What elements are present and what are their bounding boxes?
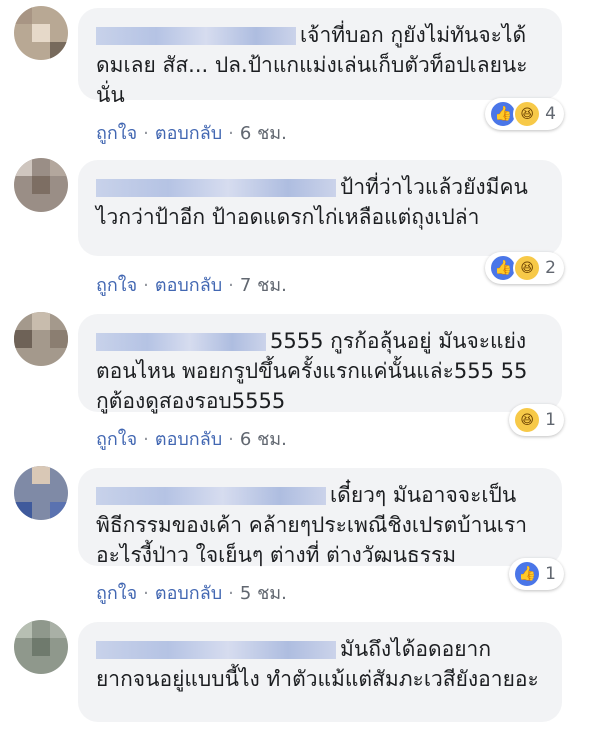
avatar[interactable] (14, 6, 68, 60)
comment-bubble: ป้าที่ว่าไวแล้วยังมีคนไวกว่าป้าอีก ป้าอด… (78, 160, 562, 256)
comment-bubble: เดี๋ยวๆ มันอาจจะเป็นพิธีกรรมของเค้า คล้า… (78, 468, 562, 567)
reply-link[interactable]: ตอบกลับ (155, 429, 222, 450)
separator: · (228, 429, 234, 450)
timestamp[interactable]: 5 ชม. (240, 583, 287, 604)
haha-icon: 😆 (513, 254, 542, 282)
separator: · (143, 123, 149, 144)
separator: · (228, 275, 234, 296)
reaction-count: 1 (545, 564, 556, 584)
reaction-count: 2 (545, 258, 556, 278)
like-link[interactable]: ถูกใจ (96, 123, 137, 144)
blurred-author-name[interactable] (96, 333, 266, 351)
separator: · (228, 583, 234, 604)
comment-actions: ถูกใจ · ตอบกลับ · 6 ชม. (96, 118, 287, 147)
avatar[interactable] (14, 312, 68, 366)
reaction-count: 1 (545, 410, 556, 430)
blurred-author-name[interactable] (96, 487, 326, 505)
blurred-author-name[interactable] (96, 641, 336, 659)
reaction-summary[interactable]: 👍 😆 4 (485, 98, 564, 130)
comment-bubble: มันถึงได้อดอยากยากจนอยู่แบบนี้ไง ทำตัวแม… (78, 622, 562, 722)
separator: · (143, 583, 149, 604)
reply-link[interactable]: ตอบกลับ (155, 583, 222, 604)
like-link[interactable]: ถูกใจ (96, 429, 137, 450)
like-icon: 👍 (513, 560, 542, 588)
separator: · (143, 429, 149, 450)
comment-bubble: 5555 กูรก้อลุ้นอยู่ มันจะแย่งตอนไหน พอยก… (78, 314, 562, 413)
avatar[interactable] (14, 158, 68, 212)
reply-link[interactable]: ตอบกลับ (155, 123, 222, 144)
blurred-author-name[interactable] (96, 27, 296, 45)
avatar[interactable] (14, 620, 68, 674)
reaction-count: 4 (545, 104, 556, 124)
reaction-summary[interactable]: 👍 1 (509, 558, 564, 590)
comment-actions: ถูกใจ · ตอบกลับ · 6 ชม. (96, 424, 287, 453)
reply-link[interactable]: ตอบกลับ (155, 275, 222, 296)
haha-icon: 😆 (513, 100, 542, 128)
timestamp[interactable]: 7 ชม. (240, 275, 287, 296)
timestamp[interactable]: 6 ชม. (240, 429, 287, 450)
like-link[interactable]: ถูกใจ (96, 583, 137, 604)
blurred-author-name[interactable] (96, 179, 336, 197)
reaction-summary[interactable]: 👍 😆 2 (485, 252, 564, 284)
timestamp[interactable]: 6 ชม. (240, 123, 287, 144)
comment-actions: ถูกใจ · ตอบกลับ · 5 ชม. (96, 578, 287, 607)
separator: · (228, 123, 234, 144)
haha-icon: 😆 (513, 406, 542, 434)
comment-bubble: เจ้าที่บอก กูยังไม่ทันจะได้ดมเลย สัส... … (78, 8, 562, 107)
avatar[interactable] (14, 466, 68, 520)
reaction-summary[interactable]: 😆 1 (509, 404, 564, 436)
like-link[interactable]: ถูกใจ (96, 275, 137, 296)
separator: · (143, 275, 149, 296)
comment-actions: ถูกใจ · ตอบกลับ · 7 ชม. (96, 270, 287, 299)
